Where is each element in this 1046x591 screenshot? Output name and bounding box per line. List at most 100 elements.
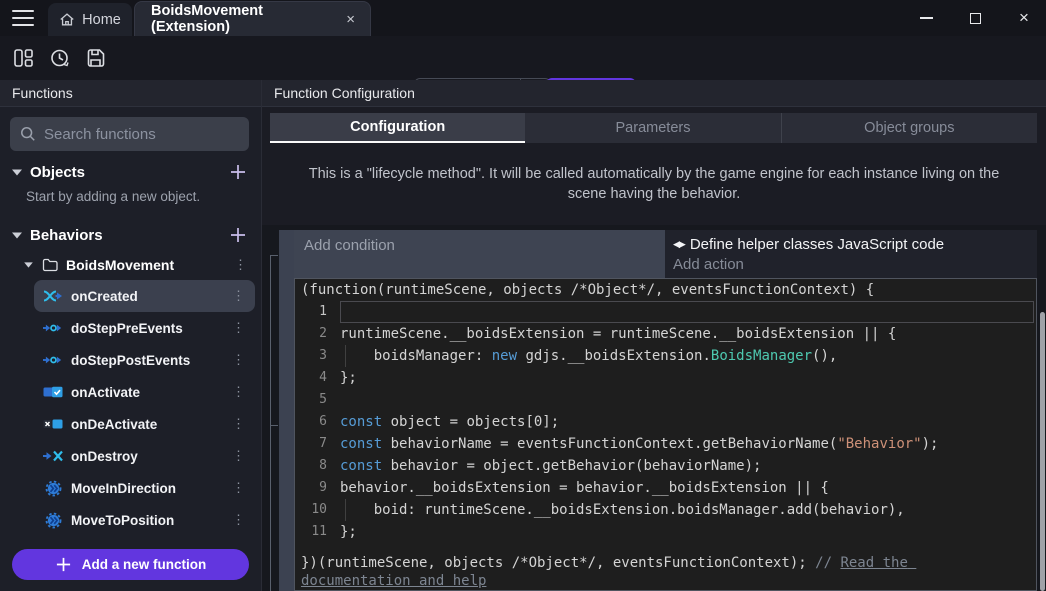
js-event-label: Define helper classes JavaScript code xyxy=(690,236,944,253)
page-title: Function Configuration xyxy=(274,85,415,101)
behaviors-section-label: Behaviors xyxy=(30,227,103,244)
tab-close-icon[interactable]: × xyxy=(343,11,358,28)
function-gear-icon xyxy=(42,512,64,529)
sidebar-section-behaviors[interactable]: Behaviors xyxy=(0,220,261,250)
function-item-onDestroy[interactable]: onDestroy ⋮ xyxy=(34,440,255,472)
code-event-icon: ◀▶ xyxy=(673,239,685,250)
configuration-tabs: Configuration Parameters Object groups xyxy=(270,113,1037,143)
lifecycle-created-icon xyxy=(42,290,64,302)
code-line: 9behavior.__boidsExtension = behavior.__… xyxy=(295,477,1036,499)
event-actions-column: ◀▶ Define helper classes JavaScript code… xyxy=(665,230,1037,278)
function-item-MoveInDirection[interactable]: MoveInDirection ⋮ xyxy=(34,472,255,504)
function-item-onDeActivate[interactable]: onDeActivate ⋮ xyxy=(34,408,255,440)
behavior-group-boidsmovement[interactable]: BoidsMovement ⋮ xyxy=(0,250,261,280)
kebab-menu-icon[interactable]: ⋮ xyxy=(228,450,249,462)
code-wrapper-open: (function(runtimeScene, objects /*Object… xyxy=(295,279,1036,301)
function-item-MoveToPosition[interactable]: MoveToPosition ⋮ xyxy=(34,504,255,536)
add-object-button[interactable] xyxy=(229,163,247,181)
functions-sidebar: Functions Objects Start by adding a new … xyxy=(0,80,262,591)
behavior-group-label: BoidsMovement xyxy=(66,257,174,273)
lifecycle-description: This is a "lifecycle method". It will be… xyxy=(262,164,1046,204)
add-behavior-button[interactable] xyxy=(229,226,247,244)
js-code-event: Add condition ◀▶ Define helper classes J… xyxy=(279,230,1037,591)
add-function-label: Add a new function xyxy=(82,557,207,572)
function-item-label: onDeActivate xyxy=(71,417,157,432)
function-item-doStepPreEvents[interactable]: doStepPreEvents ⋮ xyxy=(34,312,255,344)
events-scrollbar[interactable] xyxy=(1040,312,1045,591)
main-header: Function Configuration xyxy=(262,80,1046,107)
history-icon[interactable] xyxy=(48,47,70,69)
js-event-title[interactable]: ◀▶ Define helper classes JavaScript code xyxy=(673,233,1037,256)
sidebar-title: Functions xyxy=(12,85,73,101)
event-drag-handle[interactable] xyxy=(279,230,294,591)
events-sheet: Add condition ◀▶ Define helper classes J… xyxy=(262,225,1046,591)
kebab-menu-icon[interactable]: ⋮ xyxy=(228,418,249,430)
kebab-menu-icon[interactable]: ⋮ xyxy=(228,482,249,494)
deactivate-icon xyxy=(42,418,64,430)
tab-parameters[interactable]: Parameters xyxy=(525,113,780,143)
app-window: Home BoidsMovement (Extension) × × xyxy=(0,0,1046,591)
kebab-menu-icon[interactable]: ⋮ xyxy=(228,322,249,334)
code-line: 2runtimeScene.__boidsExtension = runtime… xyxy=(295,323,1036,345)
code-wrapper-close: })(runtimeScene, objects /*Object*/, eve… xyxy=(295,554,995,590)
home-icon xyxy=(59,12,75,27)
kebab-menu-icon[interactable]: ⋮ xyxy=(228,386,249,398)
window-minimize-button[interactable] xyxy=(918,10,934,26)
hamburger-menu-button[interactable] xyxy=(10,8,36,28)
code-line: 6const object = objects[0]; xyxy=(295,411,1036,433)
add-condition-button[interactable]: Add condition xyxy=(294,230,665,278)
function-item-label: doStepPreEvents xyxy=(71,321,183,336)
function-item-label: MoveToPosition xyxy=(71,513,174,528)
objects-empty-hint: Start by adding a new object. xyxy=(0,187,261,212)
tab-configuration[interactable]: Configuration xyxy=(270,113,525,143)
code-line: 8const behavior = object.getBehavior(beh… xyxy=(295,455,1036,477)
step-events-icon xyxy=(42,354,64,366)
titlebar: Home BoidsMovement (Extension) × × xyxy=(0,0,1046,36)
window-maximize-button[interactable] xyxy=(967,10,983,26)
chevron-down-icon xyxy=(12,169,22,176)
save-icon[interactable] xyxy=(84,47,106,69)
function-item-label: onCreated xyxy=(71,289,138,304)
function-item-label: onDestroy xyxy=(71,449,138,464)
code-line: 3 boidsManager: new gdjs.__boidsExtensio… xyxy=(295,345,1036,367)
search-icon xyxy=(20,126,36,142)
function-configuration-panel: Function Configuration Configuration Par… xyxy=(262,80,1046,591)
javascript-code-editor[interactable]: (function(runtimeScene, objects /*Object… xyxy=(294,278,1037,591)
event-indent-tick xyxy=(270,255,278,256)
search-functions-box xyxy=(10,117,249,151)
sidebar-section-objects[interactable]: Objects xyxy=(0,157,261,187)
step-events-icon xyxy=(42,322,64,334)
objects-section-label: Objects xyxy=(30,164,85,181)
kebab-menu-icon[interactable]: ⋮ xyxy=(228,514,249,526)
kebab-menu-icon[interactable]: ⋮ xyxy=(230,259,251,271)
kebab-menu-icon[interactable]: ⋮ xyxy=(228,290,249,302)
code-line: 11}; xyxy=(295,521,1036,543)
chevron-down-icon xyxy=(12,232,22,239)
tab-home[interactable]: Home xyxy=(48,3,132,36)
activate-icon xyxy=(42,386,64,398)
event-indent-bracket xyxy=(270,255,271,591)
sidebar-header: Functions xyxy=(0,80,261,107)
code-line: 7const behaviorName = eventsFunctionCont… xyxy=(295,433,1036,455)
window-controls: × xyxy=(918,0,1032,36)
folder-icon xyxy=(42,258,58,272)
search-functions-input[interactable] xyxy=(44,126,239,143)
function-item-label: MoveInDirection xyxy=(71,481,176,496)
tab-object-groups[interactable]: Object groups xyxy=(781,113,1037,143)
plus-icon xyxy=(55,556,72,573)
function-item-onActivate[interactable]: onActivate ⋮ xyxy=(34,376,255,408)
function-item-doStepPostEvents[interactable]: doStepPostEvents ⋮ xyxy=(34,344,255,376)
function-item-onCreated[interactable]: onCreated ⋮ xyxy=(34,280,255,312)
code-line: 4}; xyxy=(295,367,1036,389)
add-action-button[interactable]: Add action xyxy=(673,256,1037,278)
event-indent-tick xyxy=(270,425,278,426)
kebab-menu-icon[interactable]: ⋮ xyxy=(228,354,249,366)
add-function-button[interactable]: Add a new function xyxy=(12,549,249,580)
project-manager-icon[interactable] xyxy=(12,47,34,69)
tab-boidsmovement[interactable]: BoidsMovement (Extension) × xyxy=(134,1,371,36)
window-close-button[interactable]: × xyxy=(1016,10,1032,26)
function-item-label: doStepPostEvents xyxy=(71,353,190,368)
chevron-down-icon xyxy=(24,262,33,268)
code-line: 1 xyxy=(295,301,1036,323)
function-item-label: onActivate xyxy=(71,385,140,400)
